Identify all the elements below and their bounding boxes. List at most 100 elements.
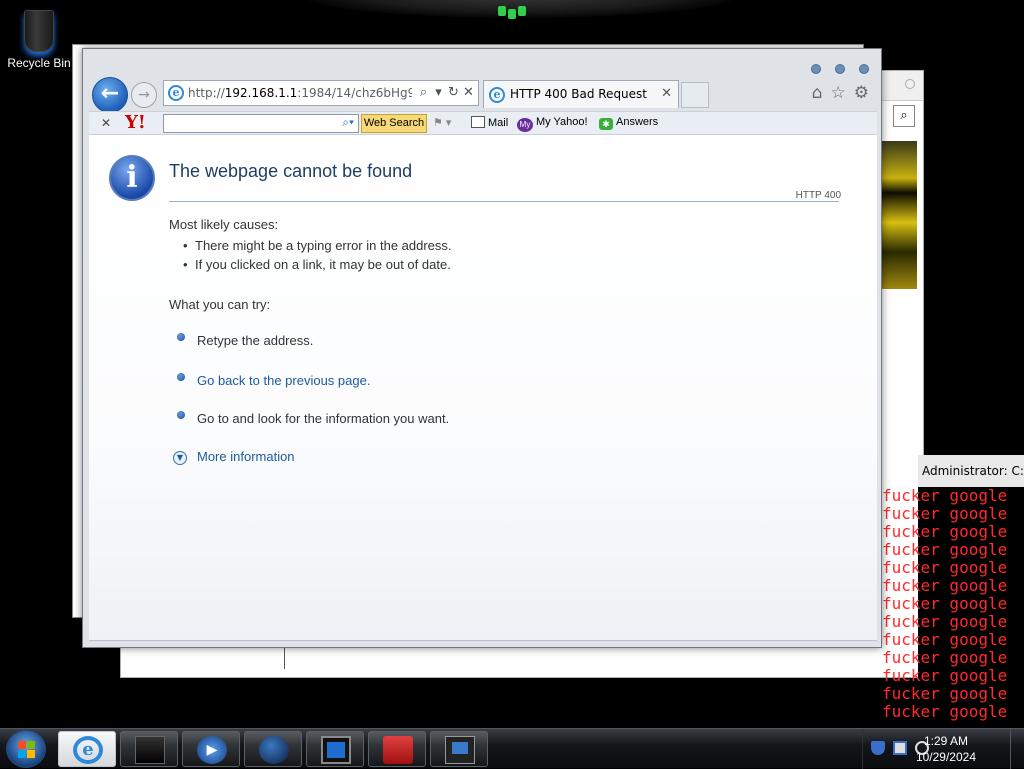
bullet-icon [177,333,185,341]
search-icon[interactable]: ⌕ [416,81,431,105]
toolbar-my-yahoo-link[interactable]: My My Yahoo! [517,116,588,132]
close-window-button[interactable] [859,64,869,74]
console-line: fucker google [882,540,1008,559]
back-button[interactable]: ← [92,77,128,113]
try-retype-address: Retype the address. [197,333,314,348]
favorites-star-icon[interactable]: ☆ [831,83,846,103]
bullet-icon [177,373,185,381]
console-line: fucker google [882,666,1008,685]
page-content: i The webpage cannot be found HTTP 400 M… [89,135,877,641]
monitor-icon [321,736,351,764]
toolbar-options-icon[interactable]: ⚑ ▾ [433,116,451,129]
console-line: fucker google [882,702,1008,721]
shield-icon[interactable] [871,741,885,755]
background-search-icon[interactable]: ⌕ [893,105,915,127]
cause-item: If you clicked on a link, it may be out … [183,257,451,272]
try-go-to-home: Go to and look for the information you w… [197,411,450,426]
toolbar-search-input[interactable]: ⌕▾ [163,114,359,133]
tab-close-icon[interactable]: ✕ [661,81,672,107]
go-back-link[interactable]: Go back to the previous page. [197,373,370,388]
home-icon[interactable]: ⌂ [812,83,823,103]
refresh-icon[interactable]: ↻ [446,81,461,105]
console-title: Administrator: C:\Windows [918,455,1024,487]
recycle-bin-label: Recycle Bin [7,56,71,70]
expand-chevron-icon[interactable]: ▼ [173,451,187,465]
try-heading: What you can try: [169,297,271,312]
new-tab-button[interactable] [681,82,709,108]
window-controls [797,59,869,74]
my-yahoo-icon: My [517,118,533,132]
system-clock[interactable]: 1:29 AM 10/29/2024 [916,733,976,765]
bullet-icon [177,411,185,419]
taskbar: e ▶ 1:29 AM 10/29/2024 [0,728,1024,769]
recycle-bin-shortcut[interactable]: Recycle Bin [4,6,74,70]
wallpaper-led-icon [498,6,526,19]
tab-http-400[interactable]: e HTTP 400 Bad Request ✕ [483,80,679,108]
web-search-button[interactable]: Web Search [361,114,427,133]
minimize-button[interactable] [811,64,821,74]
background-window-panel [127,645,285,669]
console-line: fucker google [882,684,1008,703]
taskbar-internet-explorer[interactable]: e [58,731,116,767]
ie-tab-icon: e [489,87,505,103]
desktop: Recycle Bin ⌕ Administrator: C:\Windows … [0,0,1024,728]
taskbar-window-app[interactable] [430,731,488,767]
console-line: fucker google [882,630,1008,649]
system-tray: 1:29 AM 10/29/2024 [862,729,1024,769]
console-line: fucker google [882,612,1008,631]
yahoo-logo-icon[interactable]: Y! [125,113,146,133]
mail-icon [471,116,485,128]
toolbar-close-icon[interactable]: ✕ [101,116,111,130]
show-desktop-button[interactable] [1010,729,1024,769]
ie-page-icon: e [168,85,184,101]
taskbar-media-player[interactable]: ▶ [182,731,240,767]
address-actions: ⌕ ▾ ↻ ✕ [412,81,476,105]
toolbar-mail-link[interactable]: Mail [471,116,508,129]
dropdown-arrow-icon[interactable]: ▾ [431,81,446,105]
forward-button[interactable]: → [131,82,157,108]
console-output: fucker google fucker google fucker google f… [882,487,1024,721]
toolbar-answers-link[interactable]: ✱ Answers [599,116,658,130]
http-status-code: HTTP 400 [795,190,841,201]
causes-heading: Most likely causes: [169,217,279,232]
command-prompt-window[interactable]: Administrator: C:\Windows fucker googlef… [882,455,1024,728]
taskbar-toolbox-app[interactable] [368,731,426,767]
globe-icon [259,736,289,764]
more-information-link[interactable]: More information [197,449,295,464]
toolbar-search-icon[interactable]: ⌕▾ [342,115,354,130]
console-line: fucker google [882,522,1008,541]
cause-item: There might be a typing error in the add… [183,238,452,253]
address-bar[interactable]: e http://192.168.1.1:1984/14/chz6bHg9kpC… [163,80,479,106]
browser-command-icons: ⌂ ☆ ⚙ [804,83,869,103]
console-line: fucker google [882,486,1008,505]
address-host: 192.168.1.1 [224,86,298,100]
yahoo-toolbar: ✕ Y! ⌕▾ Web Search ⚑ ▾ Mail My My Yahoo! … [89,111,877,135]
title-divider [169,201,839,202]
page-title: The webpage cannot be found [169,161,413,181]
my-yahoo-label: My Yahoo! [536,116,588,128]
console-line: fucker google [882,648,1008,667]
mail-label: Mail [488,117,509,129]
start-button[interactable] [6,730,46,768]
window-app-icon [445,736,475,764]
display-icon[interactable] [893,741,907,755]
console-line: fucker google [882,594,1008,613]
info-icon: i [109,155,155,201]
stop-icon[interactable]: ✕ [461,81,476,105]
internet-explorer-icon: e [73,736,103,764]
console-line: fucker google [882,504,1008,523]
recycle-bin-icon [24,10,54,52]
taskbar-globe-app[interactable] [244,731,302,767]
background-window-button[interactable] [905,79,915,89]
toolbox-icon [383,736,413,764]
taskbar-monitor-app[interactable] [306,731,364,767]
gear-icon[interactable]: ⚙ [854,83,869,103]
taskbar-app-folder[interactable] [120,731,178,767]
maximize-button[interactable] [835,64,845,74]
console-line: fucker google [882,558,1008,577]
browser-window[interactable]: ← → e http://192.168.1.1:1984/14/chz6bHg… [82,48,882,648]
black-box-icon [135,736,165,764]
answers-icon: ✱ [599,118,613,130]
navigation-bar: ← → e http://192.168.1.1:1984/14/chz6bHg… [91,77,875,113]
address-scheme: http:// [188,86,225,100]
